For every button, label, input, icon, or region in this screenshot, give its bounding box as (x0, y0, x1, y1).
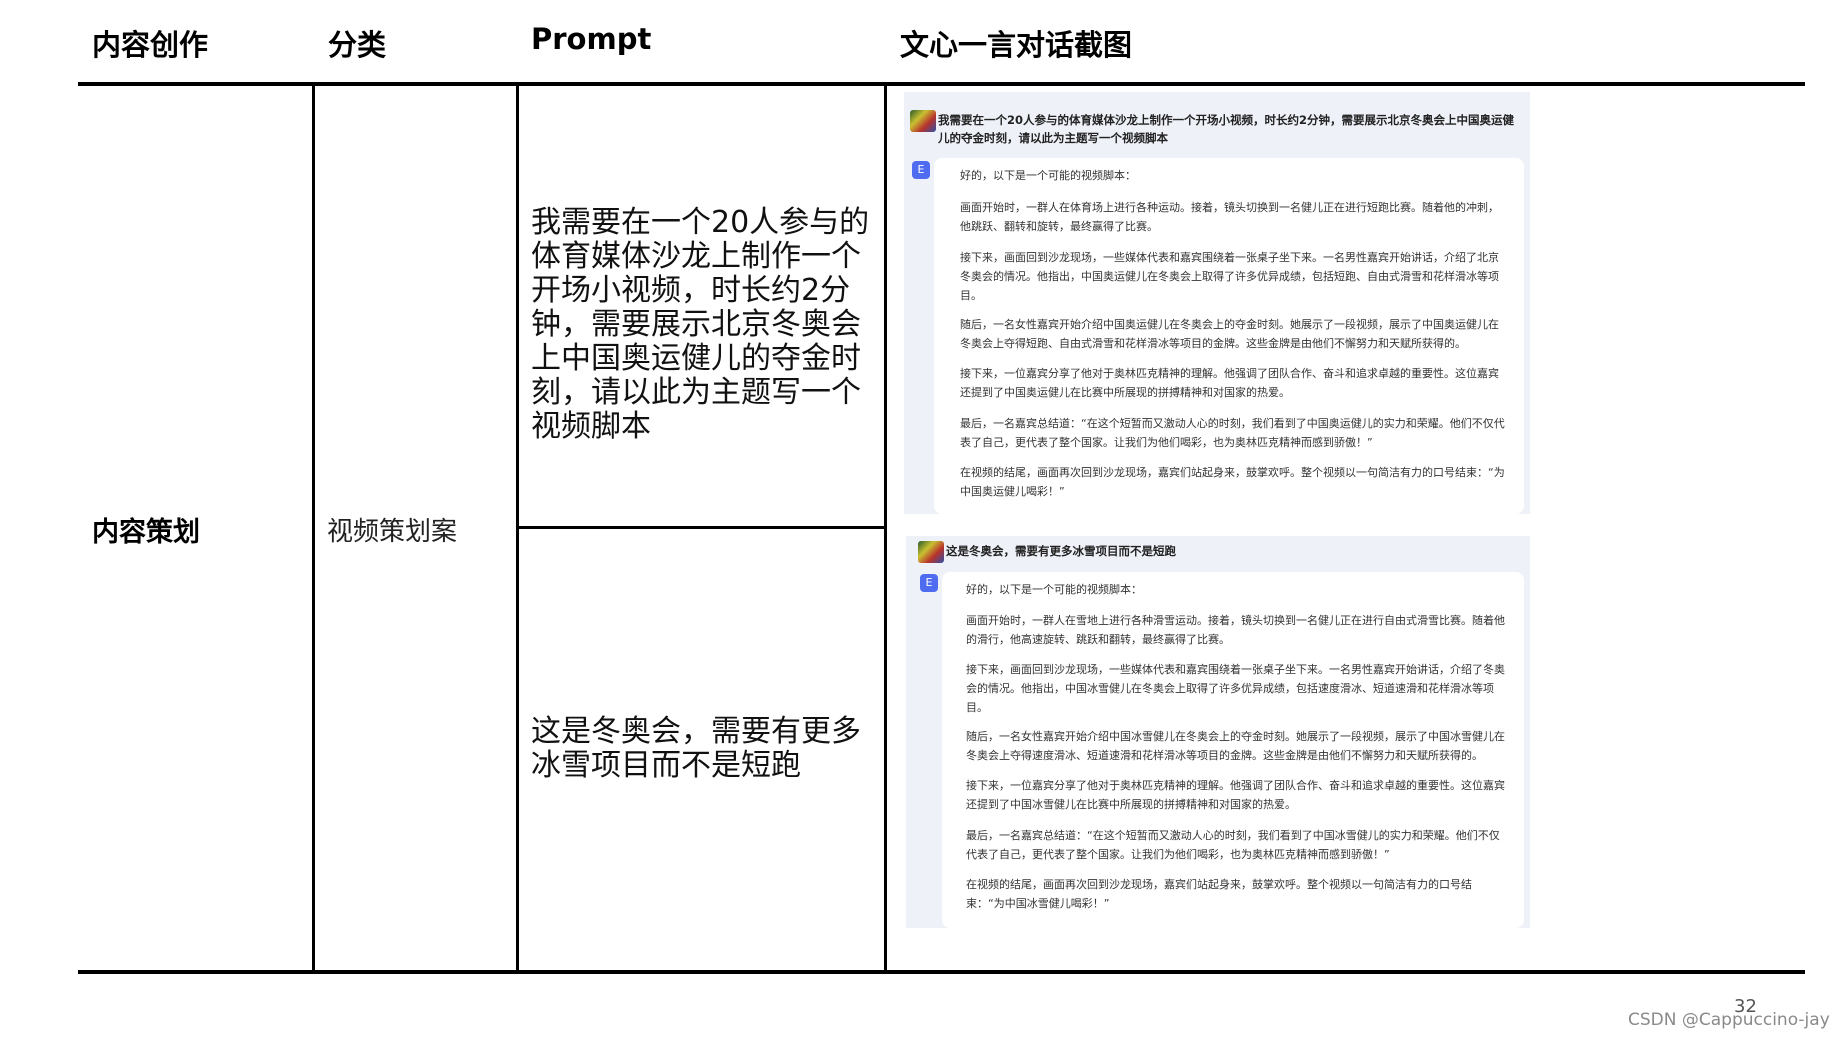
reply-paragraph: 在视频的结尾，画面再次回到沙龙现场，嘉宾们站起身来，鼓掌欢呼。整个视频以一句简洁… (966, 878, 1472, 910)
reply-paragraph: 最后，一名嘉宾总结道：“在这个短暂而又激动人心的时刻，我们看到了中国冰雪健儿的实… (966, 829, 1500, 861)
ernie-badge-icon: E (920, 574, 938, 592)
prompt-2: 这是冬奥会，需要有更多冰雪项目而不是短跑 (531, 714, 861, 783)
prompt-1: 我需要在一个20人参与的体育媒体沙龙上制作一个开场小视频，时长约2分钟，需要展示… (531, 205, 870, 444)
header-screenshot: 文心一言对话截图 (900, 28, 1133, 62)
reply-paragraph: 随后，一名女性嘉宾开始介绍中国冰雪健儿在冬奥会上的夺金时刻。她展示了一段视频，展… (966, 730, 1505, 762)
reply-paragraph: 接下来，画面回到沙龙现场，一些媒体代表和嘉宾围绕着一张桌子坐下来。一名男性嘉宾开… (960, 251, 1499, 302)
reply-paragraph: 接下来，画面回到沙龙现场，一些媒体代表和嘉宾围绕着一张桌子坐下来。一名男性嘉宾开… (966, 663, 1505, 714)
csdn-watermark: CSDN @Cappuccino-jay (1628, 1010, 1830, 1030)
reply-paragraph: 最后，一名嘉宾总结道：“在这个短暂而又激动人心的时刻，我们看到了中国奥运健儿的实… (960, 417, 1505, 449)
assistant-reply: 好的，以下是一个可能的视频脚本： 画面开始时，一群人在体育场上进行各种运动。接着… (934, 158, 1524, 514)
reply-paragraph: 在视频的结尾，画面再次回到沙龙现场，嘉宾们站起身来，鼓掌欢呼。整个视频以一句简洁… (960, 466, 1505, 498)
video-plan-label: 视频策划案 (327, 517, 458, 547)
header-content-creation: 内容创作 (92, 28, 209, 62)
reply-paragraph: 接下来，一位嘉宾分享了他对于奥林匹克精神的理解。他强调了团队合作、奋斗和追求卓越… (966, 779, 1505, 811)
header-category: 分类 (328, 28, 387, 62)
reply-paragraph: 接下来，一位嘉宾分享了他对于奥林匹克精神的理解。他强调了团队合作、奋斗和追求卓越… (960, 367, 1499, 399)
user-question: 这是冬奥会，需要有更多冰雪项目而不是短跑 (946, 544, 1176, 558)
ernie-badge-icon: E (912, 161, 930, 179)
user-question: 我需要在一个20人参与的体育媒体沙龙上制作一个开场小视频，时长约2分钟，需要展示… (938, 113, 1514, 145)
reply-paragraph: 随后，一名女性嘉宾开始介绍中国奥运健儿在冬奥会上的夺金时刻。她展示了一段视频，展… (960, 318, 1499, 350)
user-avatar (918, 541, 944, 563)
content-planning-label: 内容策划 (92, 517, 200, 548)
reply-paragraph: 好的，以下是一个可能的视频脚本： (966, 583, 1142, 596)
top-rule (78, 82, 1805, 86)
reply-paragraph: 画面开始时，一群人在体育场上进行各种运动。接着，镜头切换到一名健儿正在进行短跑比… (960, 201, 1499, 233)
reply-paragraph: 画面开始时，一群人在雪地上进行各种滑雪运动。接着，镜头切换到一名健儿正在进行自由… (966, 614, 1505, 646)
chat-screenshot-1: 我需要在一个20人参与的体育媒体沙龙上制作一个开场小视频，时长约2分钟，需要展示… (904, 92, 1530, 514)
chat-screenshot-2: 这是冬奥会，需要有更多冰雪项目而不是短跑 E 好的，以下是一个可能的视频脚本： … (906, 536, 1530, 928)
column-divider-1 (312, 86, 315, 970)
user-avatar (910, 110, 936, 132)
bottom-rule (78, 970, 1805, 974)
assistant-reply: 好的，以下是一个可能的视频脚本： 画面开始时，一群人在雪地上进行各种滑雪运动。接… (942, 572, 1524, 928)
header-prompt: Prompt (531, 22, 652, 56)
reply-paragraph: 好的，以下是一个可能的视频脚本： (960, 169, 1136, 182)
prompt-row-divider (516, 526, 886, 529)
